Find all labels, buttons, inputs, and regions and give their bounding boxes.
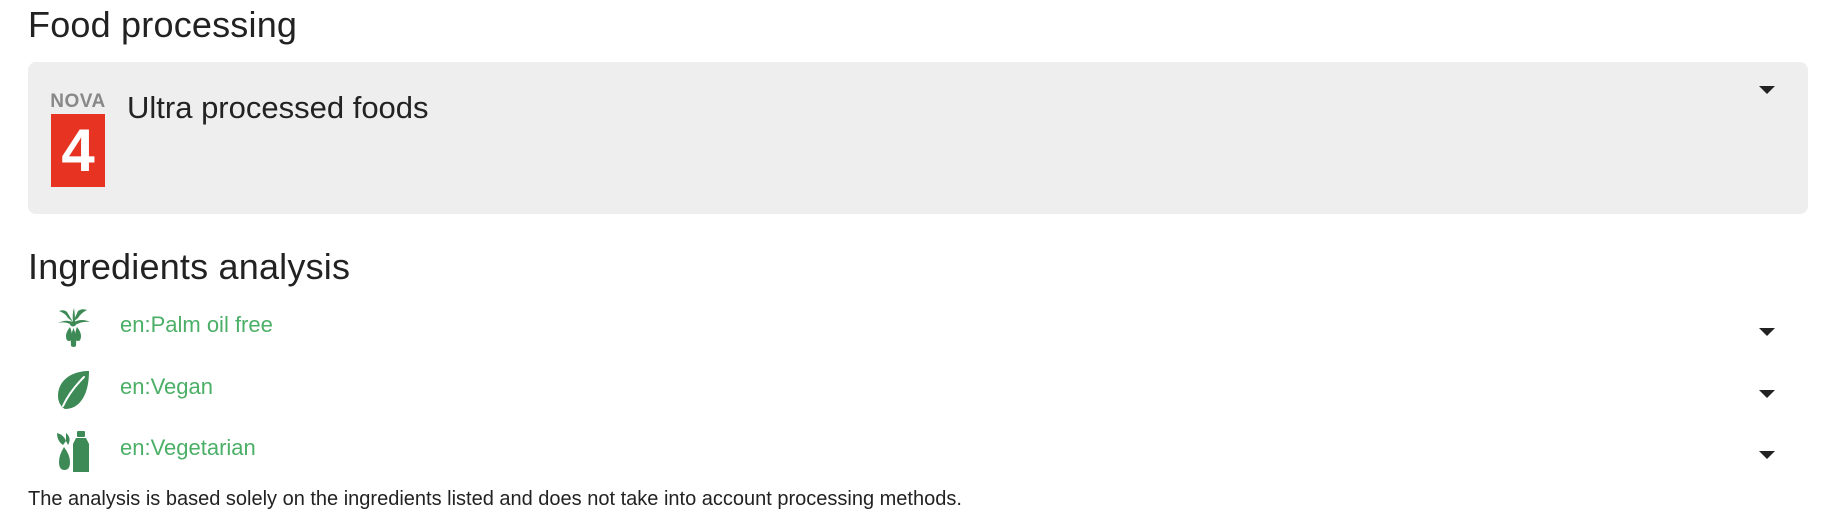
chevron-down-icon[interactable]: [1759, 86, 1775, 94]
ingredient-analysis-item-palm-oil[interactable]: en:Palm oil free: [28, 306, 1808, 364]
page: Food processing NOVA 4 Ultra processed f…: [0, 0, 1834, 520]
nova-group-number: 4: [51, 114, 105, 187]
palm-tree-icon: [54, 306, 94, 350]
milk-egg-icon: [54, 429, 94, 473]
nova-group-panel[interactable]: NOVA 4 Ultra processed foods: [28, 62, 1808, 214]
ingredient-analysis-item-vegetarian[interactable]: en:Vegetarian: [28, 429, 1808, 487]
ingredient-analysis-label[interactable]: en:Vegetarian: [120, 435, 256, 461]
chevron-down-icon[interactable]: [1759, 451, 1775, 459]
ingredients-analysis-title: Ingredients analysis: [28, 246, 351, 287]
chevron-down-icon[interactable]: [1759, 328, 1775, 336]
analysis-disclaimer: The analysis is based solely on the ingr…: [28, 488, 962, 510]
ingredient-analysis-label[interactable]: en:Vegan: [120, 374, 213, 400]
nova-group-label: Ultra processed foods: [127, 90, 429, 125]
ingredient-analysis-item-vegan[interactable]: en:Vegan: [28, 368, 1808, 426]
chevron-down-icon[interactable]: [1759, 390, 1775, 398]
nova-badge-word: NOVA: [50, 91, 106, 112]
ingredient-analysis-label[interactable]: en:Palm oil free: [120, 312, 273, 338]
nova-badge: NOVA 4: [50, 92, 106, 188]
leaf-icon: [54, 368, 94, 412]
food-processing-title: Food processing: [28, 4, 298, 45]
